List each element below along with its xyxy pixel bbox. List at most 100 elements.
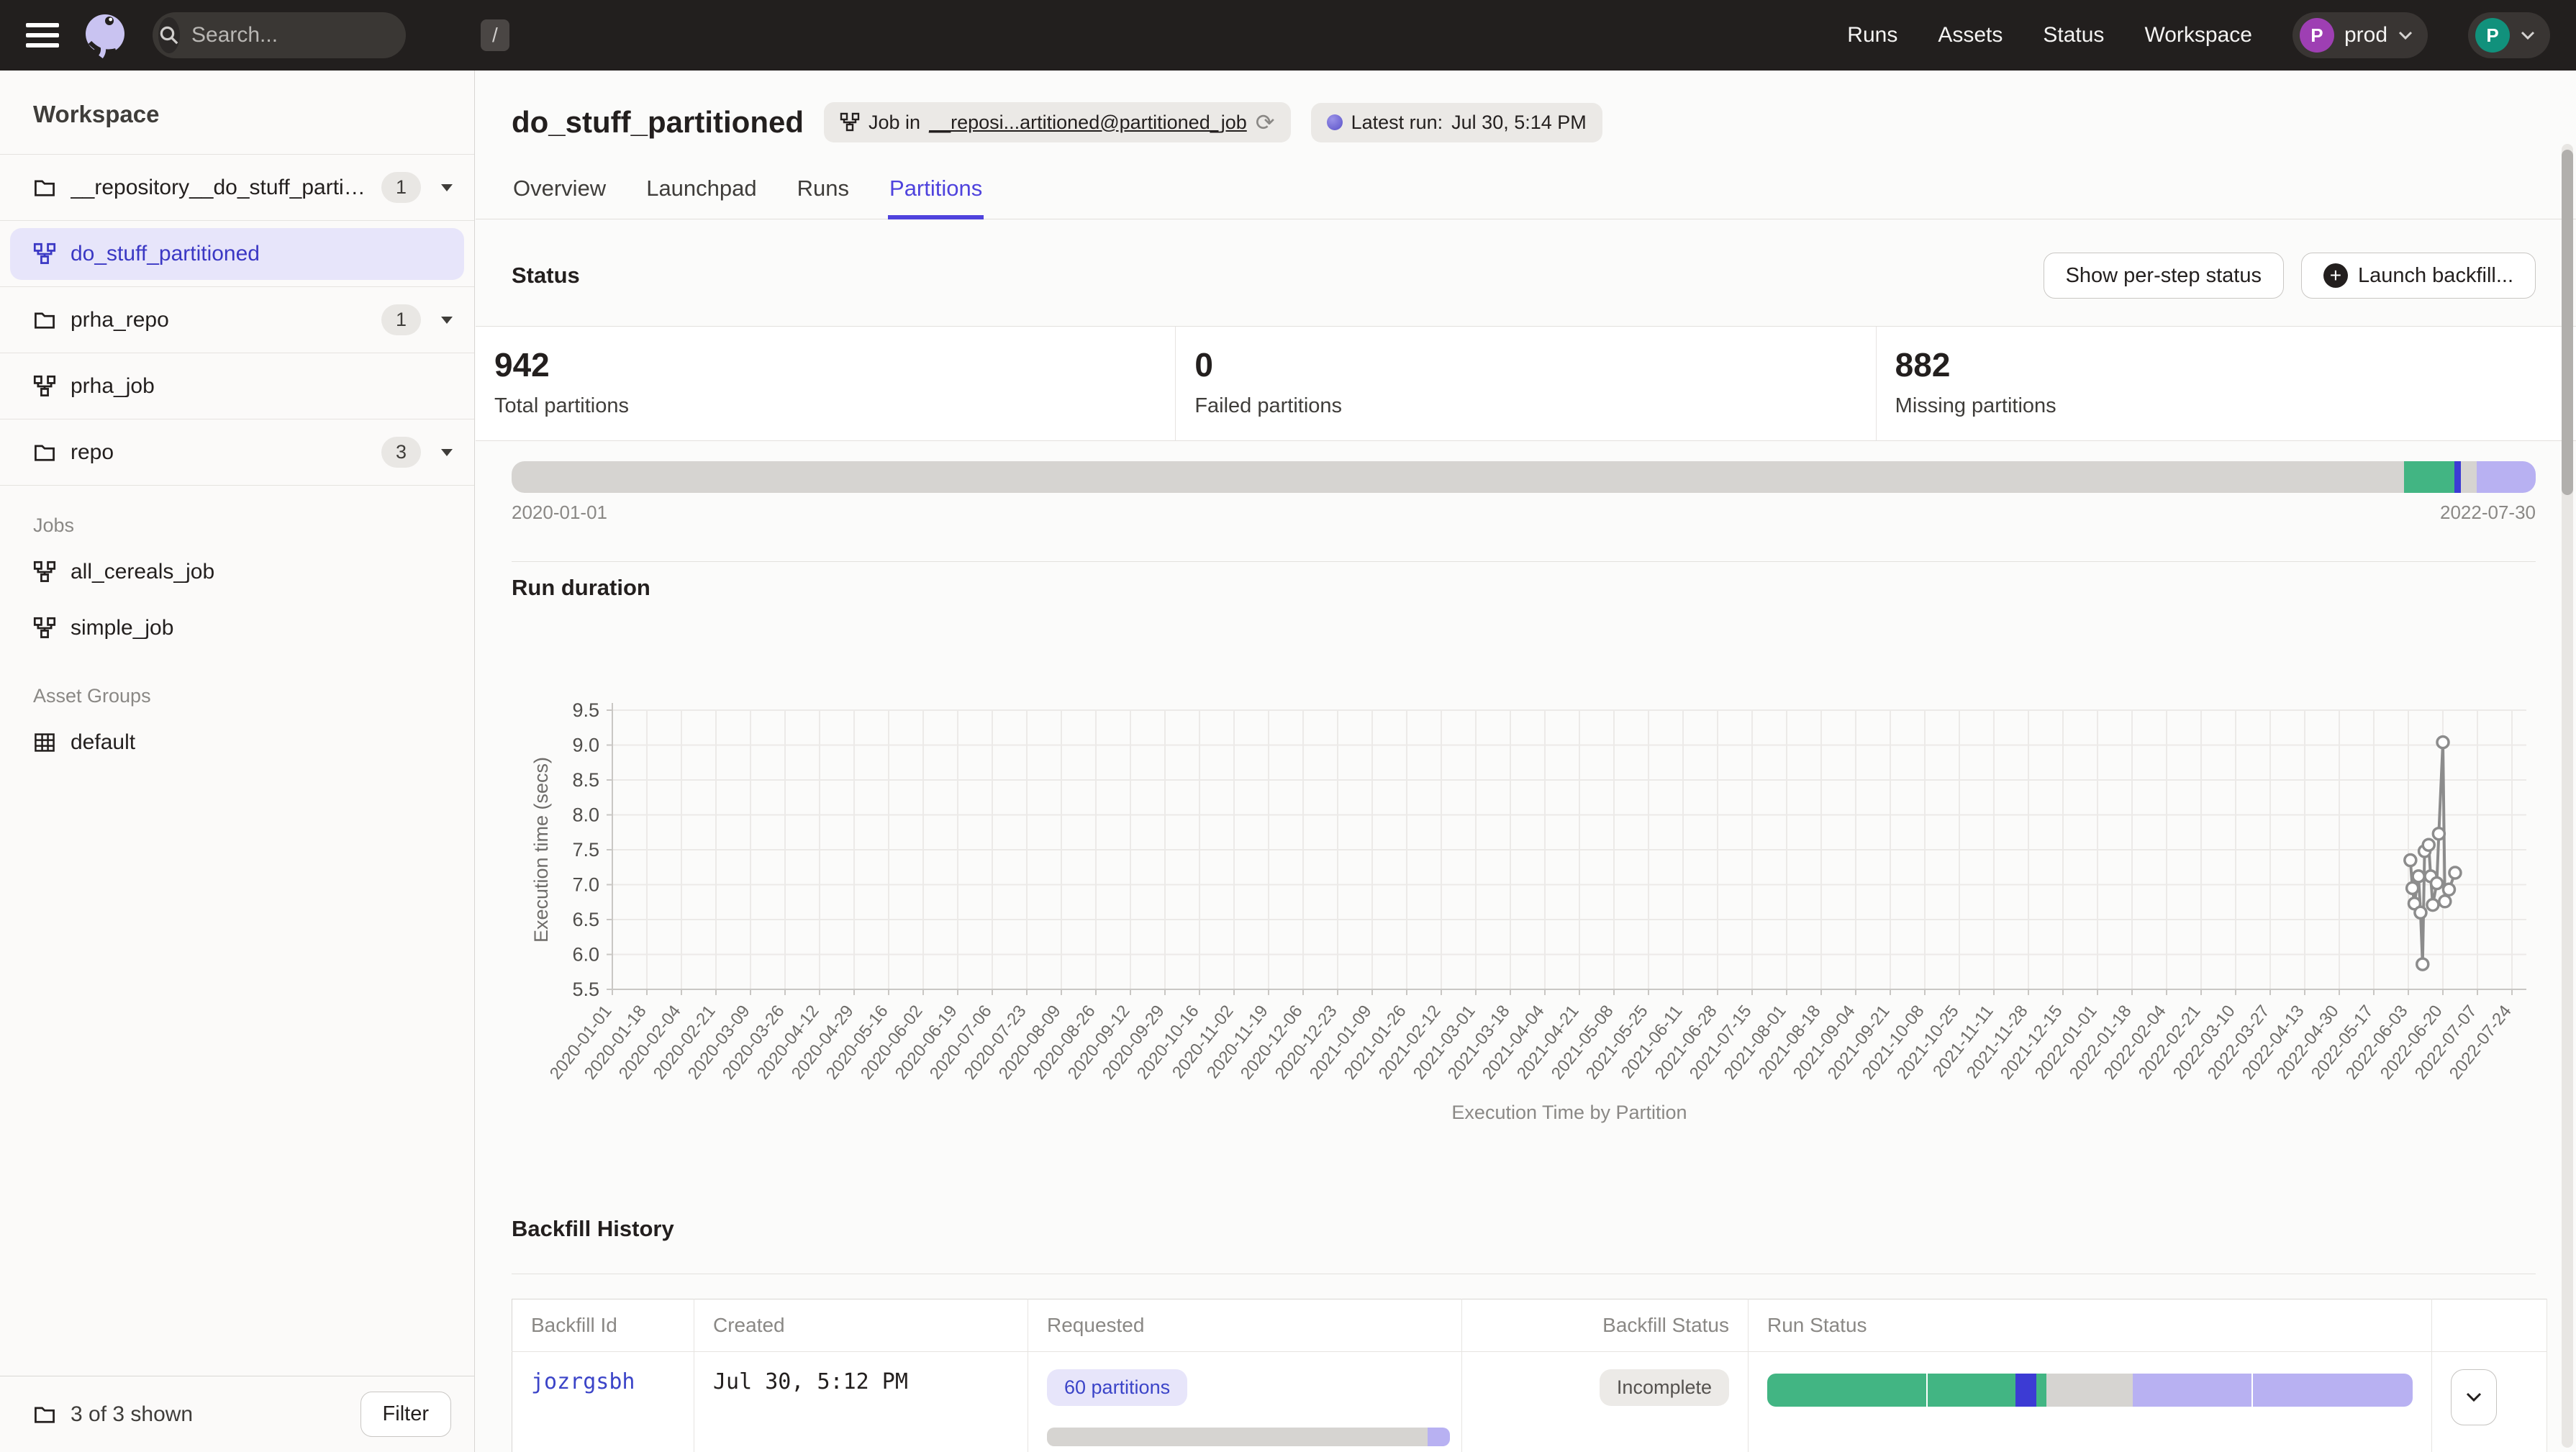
folder-icon (33, 309, 56, 332)
top-nav-links: Runs Assets Status Workspace P prod P (1847, 12, 2550, 58)
partition-stats-strip: 942 Total partitions 0 Failed partitions… (476, 326, 2576, 441)
sidebar-item-simple-job[interactable]: simple_job (0, 600, 474, 656)
run-duration-chart: 2020-01-012020-01-182020-02-042020-02-21… (497, 676, 2536, 1147)
search-input[interactable] (180, 23, 481, 47)
job-name: do_stuff_partitioned (71, 242, 441, 266)
hamburger-menu-icon[interactable] (26, 23, 59, 47)
sidebar-item-prha-job[interactable]: prha_job (0, 353, 474, 419)
latest-run-label: Latest run: (1351, 112, 1443, 134)
tab-overview[interactable]: Overview (512, 176, 607, 219)
latest-run-link[interactable]: Jul 30, 5:14 PM (1451, 112, 1587, 134)
repo-count-badge: 3 (381, 437, 421, 468)
chevron-down-icon (2465, 1392, 2482, 1403)
chevron-down-icon[interactable] (441, 449, 453, 456)
global-search[interactable]: / (153, 12, 406, 58)
repo-name: __repository__do_stuff_partitio... (71, 176, 367, 200)
job-icon (33, 242, 56, 266)
svg-text:8.0: 8.0 (572, 804, 599, 826)
repo-name: prha_repo (71, 308, 367, 332)
folder-icon (33, 176, 56, 199)
job-origin-prefix: Job in (869, 112, 920, 134)
asset-group-name: default (71, 730, 441, 755)
sidebar-item-all-cereals-job[interactable]: all_cereals_job (0, 544, 474, 600)
requested-progress-bar (1047, 1428, 1450, 1446)
job-icon (33, 617, 56, 640)
nav-link-workspace[interactable]: Workspace (2144, 23, 2252, 47)
search-icon (158, 17, 180, 53)
tab-launchpad[interactable]: Launchpad (645, 176, 758, 219)
nav-link-status[interactable]: Status (2043, 23, 2104, 47)
sidebar-item-repository[interactable]: __repository__do_stuff_partitio... 1 (0, 155, 474, 221)
status-section-title: Status (512, 263, 580, 289)
svg-text:8.5: 8.5 (572, 769, 599, 791)
launch-backfill-button[interactable]: + Launch backfill... (2301, 253, 2536, 299)
partition-status-bar[interactable] (512, 461, 2536, 493)
chevron-down-icon (2520, 30, 2536, 40)
folder-icon (33, 1403, 56, 1426)
job-icon (840, 112, 860, 132)
svg-text:9.5: 9.5 (572, 699, 599, 721)
chevron-down-icon[interactable] (441, 184, 453, 191)
chevron-down-icon (2398, 30, 2413, 40)
filter-button[interactable]: Filter (360, 1392, 451, 1437)
plus-icon: + (2323, 263, 2348, 288)
vertical-scrollbar[interactable] (2562, 144, 2573, 1448)
user-menu[interactable]: P (2468, 12, 2550, 58)
svg-text:9.0: 9.0 (572, 735, 599, 756)
job-origin-tag: Job in __reposi...artitioned@partitioned… (824, 102, 1291, 142)
scrollbar-thumb[interactable] (2562, 150, 2573, 495)
sidebar-item-repo[interactable]: repo 3 (0, 419, 474, 486)
folder-icon (33, 441, 56, 464)
run-duration-title: Run duration (512, 575, 2536, 601)
backfill-created-time: Jul 30, 5:12 PM (713, 1369, 908, 1394)
sidebar-item-do-stuff-partitioned[interactable]: do_stuff_partitioned (0, 221, 474, 287)
stat-label: Total partitions (494, 394, 1175, 418)
latest-run-tag: Latest run: Jul 30, 5:14 PM (1311, 103, 1602, 142)
backfill-status-badge: Incomplete (1600, 1369, 1729, 1406)
asset-groups-section-label: Asset Groups (0, 656, 474, 714)
requested-partitions-chip[interactable]: 60 partitions (1047, 1369, 1187, 1406)
job-tabs: Overview Launchpad Runs Partitions (476, 176, 2576, 219)
run-status-dot-icon (1327, 114, 1343, 130)
stat-failed-partitions: 0 Failed partitions (1176, 327, 1876, 440)
job-icon (33, 375, 56, 398)
chevron-down-icon[interactable] (441, 317, 453, 324)
column-header-run-status: Run Status (1749, 1299, 2432, 1352)
svg-text:7.0: 7.0 (572, 874, 599, 896)
svg-text:Execution time (secs): Execution time (secs) (530, 757, 552, 943)
svg-text:7.5: 7.5 (572, 839, 599, 861)
column-header-requested: Requested (1028, 1299, 1462, 1352)
tab-partitions[interactable]: Partitions (888, 176, 984, 219)
partition-range-start: 2020-01-01 (512, 502, 607, 524)
job-origin-link[interactable]: __reposi...artitioned@partitioned_job (929, 112, 1247, 134)
stat-label: Failed partitions (1194, 394, 1875, 418)
expand-row-button[interactable] (2451, 1369, 2497, 1425)
deployment-switcher[interactable]: P prod (2292, 12, 2428, 58)
main-content: do_stuff_partitioned Job in __reposi...a… (476, 71, 2576, 1452)
page-title: do_stuff_partitioned (512, 105, 804, 140)
show-per-step-status-button[interactable]: Show per-step status (2044, 253, 2284, 299)
sidebar-footer: 3 of 3 shown Filter (0, 1376, 474, 1452)
asset-group-icon (33, 731, 56, 754)
job-name: prha_job (71, 374, 453, 399)
refresh-icon[interactable]: ⟳ (1256, 111, 1275, 134)
repos-shown-count: 3 of 3 shown (71, 1402, 346, 1427)
dagster-logo[interactable] (81, 10, 131, 60)
top-navigation-bar: / Runs Assets Status Workspace P prod P (0, 0, 2576, 71)
nav-link-assets[interactable]: Assets (1938, 23, 2003, 47)
sidebar-title: Workspace (0, 71, 474, 155)
column-header-actions (2432, 1299, 2547, 1352)
sidebar-item-default-asset-group[interactable]: default (0, 714, 474, 771)
partition-range-end: 2022-07-30 (2440, 502, 2536, 524)
sidebar-item-prha-repo[interactable]: prha_repo 1 (0, 287, 474, 353)
stat-label: Missing partitions (1895, 394, 2576, 418)
job-name: all_cereals_job (71, 560, 441, 584)
svg-text:6.5: 6.5 (572, 909, 599, 930)
svg-text:6.0: 6.0 (572, 944, 599, 966)
nav-link-runs[interactable]: Runs (1847, 23, 1897, 47)
user-avatar: P (2475, 18, 2510, 53)
repo-count-badge: 1 (381, 172, 421, 203)
backfill-id-link[interactable]: jozrgsbh (531, 1369, 635, 1394)
stat-missing-partitions: 882 Missing partitions (1877, 327, 2576, 440)
tab-runs[interactable]: Runs (796, 176, 851, 219)
